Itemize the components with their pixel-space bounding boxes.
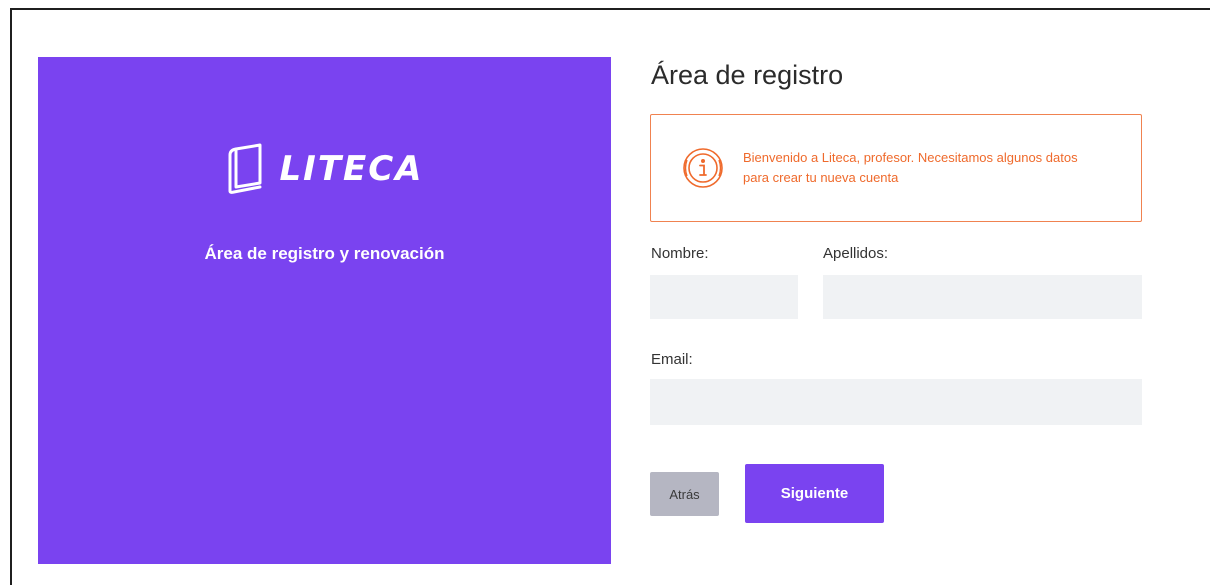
alert-message: Bienvenido a Liteca, profesor. Necesitam… <box>743 150 1078 185</box>
brand-panel: LITECA Área de registro y renovación <box>38 57 611 564</box>
liteca-logo: LITECA <box>38 137 611 201</box>
nombre-input[interactable] <box>650 275 798 319</box>
book-icon <box>228 143 261 194</box>
back-button[interactable]: Atrás <box>650 472 719 516</box>
logo-wordmark: LITECA <box>279 149 424 189</box>
panel-subtitle: Área de registro y renovación <box>204 244 445 263</box>
nombre-label: Nombre: <box>651 245 709 262</box>
next-button[interactable]: Siguiente <box>745 464 884 523</box>
page-title: Área de registro <box>651 60 844 90</box>
apellidos-input[interactable] <box>823 275 1142 319</box>
info-icon <box>683 148 723 188</box>
email-label: Email: <box>651 351 693 368</box>
welcome-alert: Bienvenido a Liteca, profesor. Necesitam… <box>650 114 1142 222</box>
apellidos-label: Apellidos: <box>823 245 889 262</box>
email-input[interactable] <box>650 379 1142 425</box>
